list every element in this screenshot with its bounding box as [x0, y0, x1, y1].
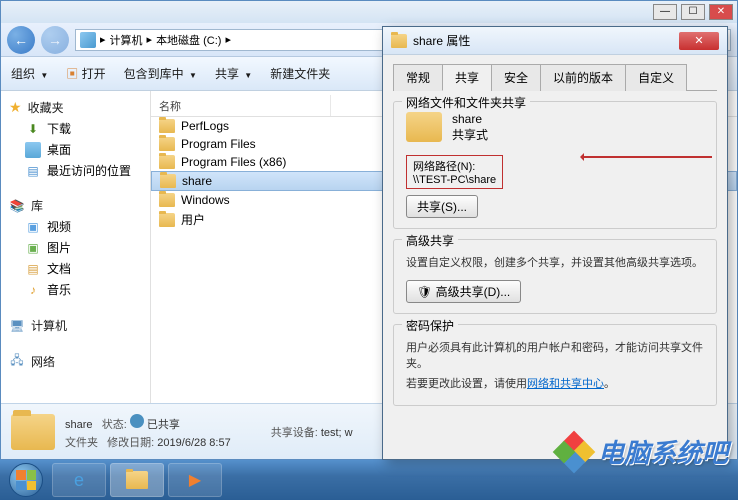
dialog-tabs: 常规 共享 安全 以前的版本 自定义	[393, 63, 717, 91]
status-name: share	[65, 419, 93, 431]
sidebar-favorites[interactable]: ★收藏夹	[1, 97, 150, 118]
sidebar-item-videos[interactable]: ▣视频	[1, 216, 150, 237]
start-button[interactable]	[4, 462, 48, 498]
drive-icon	[80, 32, 96, 48]
include-library-menu[interactable]: 包含到库中 ▼	[124, 65, 197, 82]
tab-security[interactable]: 安全	[491, 64, 541, 91]
organize-menu[interactable]: 组织 ▼	[11, 65, 48, 82]
shared-icon	[130, 414, 144, 428]
tab-general[interactable]: 常规	[393, 64, 443, 91]
network-path-highlight: 网络路径(N): \\TEST-PC\share	[406, 155, 503, 189]
close-button[interactable]: ✕	[709, 4, 733, 20]
sidebar-item-pictures[interactable]: ▣图片	[1, 237, 150, 258]
sidebar-item-documents[interactable]: ▤文档	[1, 258, 150, 279]
tab-sharing[interactable]: 共享	[442, 64, 492, 91]
breadcrumb-drive[interactable]: 本地磁盘 (C:)	[156, 32, 221, 48]
advanced-sharing-group: 高级共享 设置自定义权限，创建多个共享，并设置其他高级共享选项。 🛡 高级共享(…	[393, 239, 717, 314]
window-title-bar: — ☐ ✕	[1, 1, 737, 23]
folder-icon	[159, 155, 175, 169]
watermark-logo	[556, 434, 592, 470]
taskbar-media-player[interactable]: ▶	[168, 463, 222, 497]
folder-icon	[159, 119, 175, 133]
dialog-title-bar[interactable]: share 属性 ✕	[383, 27, 727, 55]
annotation-arrow	[582, 156, 712, 158]
sidebar-network[interactable]: 🖧网络	[1, 351, 150, 372]
watermark: 电脑系统吧	[556, 433, 728, 470]
minimize-button[interactable]: —	[653, 4, 677, 20]
forward-button[interactable]: →	[41, 26, 69, 54]
folder-icon	[159, 137, 175, 151]
taskbar-explorer[interactable]	[110, 463, 164, 497]
sidebar-item-recent[interactable]: ▤最近访问的位置	[1, 160, 150, 181]
properties-dialog: share 属性 ✕ 常规 共享 安全 以前的版本 自定义 网络文件和文件夹共享…	[382, 26, 728, 460]
sidebar-item-desktop[interactable]: 桌面	[1, 139, 150, 160]
dialog-title: share 属性	[413, 32, 470, 49]
taskbar-ie[interactable]: e	[52, 463, 106, 497]
sidebar-item-downloads[interactable]: ⬇下载	[1, 118, 150, 139]
sidebar-computer[interactable]: 🖥计算机	[1, 314, 150, 337]
sidebar-libraries[interactable]: 📚库	[1, 195, 150, 216]
network-sharing-group: 网络文件和文件夹共享 share 共享式 网络路径(N): \\TEST-PC\…	[393, 101, 717, 229]
network-center-link[interactable]: 网络和共享中心	[527, 378, 604, 390]
tab-custom[interactable]: 自定义	[625, 64, 687, 91]
folder-icon	[159, 193, 175, 207]
folder-icon	[391, 34, 407, 48]
folder-icon	[160, 174, 176, 188]
sidebar-item-music[interactable]: ♪音乐	[1, 279, 150, 300]
maximize-button[interactable]: ☐	[681, 4, 705, 20]
share-folder-icon	[406, 112, 442, 142]
tab-previous-versions[interactable]: 以前的版本	[540, 64, 626, 91]
share-mode: 共享式	[452, 126, 488, 143]
new-folder-button[interactable]: 新建文件夹	[270, 65, 330, 82]
open-button[interactable]: ▣ 打开	[66, 65, 105, 82]
folder-icon	[159, 213, 175, 227]
share-button[interactable]: 共享(S)...	[406, 195, 478, 218]
share-folder-name: share	[452, 112, 488, 126]
breadcrumb-computer[interactable]: 计算机	[110, 32, 143, 48]
status-folder-icon	[11, 414, 55, 450]
navigation-sidebar: ★收藏夹 ⬇下载 桌面 ▤最近访问的位置 📚库 ▣视频 ▣图片 ▤文档 ♪音乐 …	[1, 91, 151, 403]
network-path-value: \\TEST-PC\share	[413, 174, 496, 186]
dialog-close-button[interactable]: ✕	[679, 32, 719, 50]
back-button[interactable]: ←	[7, 26, 35, 54]
column-name[interactable]: 名称	[151, 95, 331, 116]
advanced-share-button[interactable]: 🛡 高级共享(D)...	[406, 280, 521, 303]
password-protection-group: 密码保护 用户必须具有此计算机的用户帐户和密码，才能访问共享文件夹。 若要更改此…	[393, 324, 717, 406]
share-menu[interactable]: 共享 ▼	[215, 65, 252, 82]
